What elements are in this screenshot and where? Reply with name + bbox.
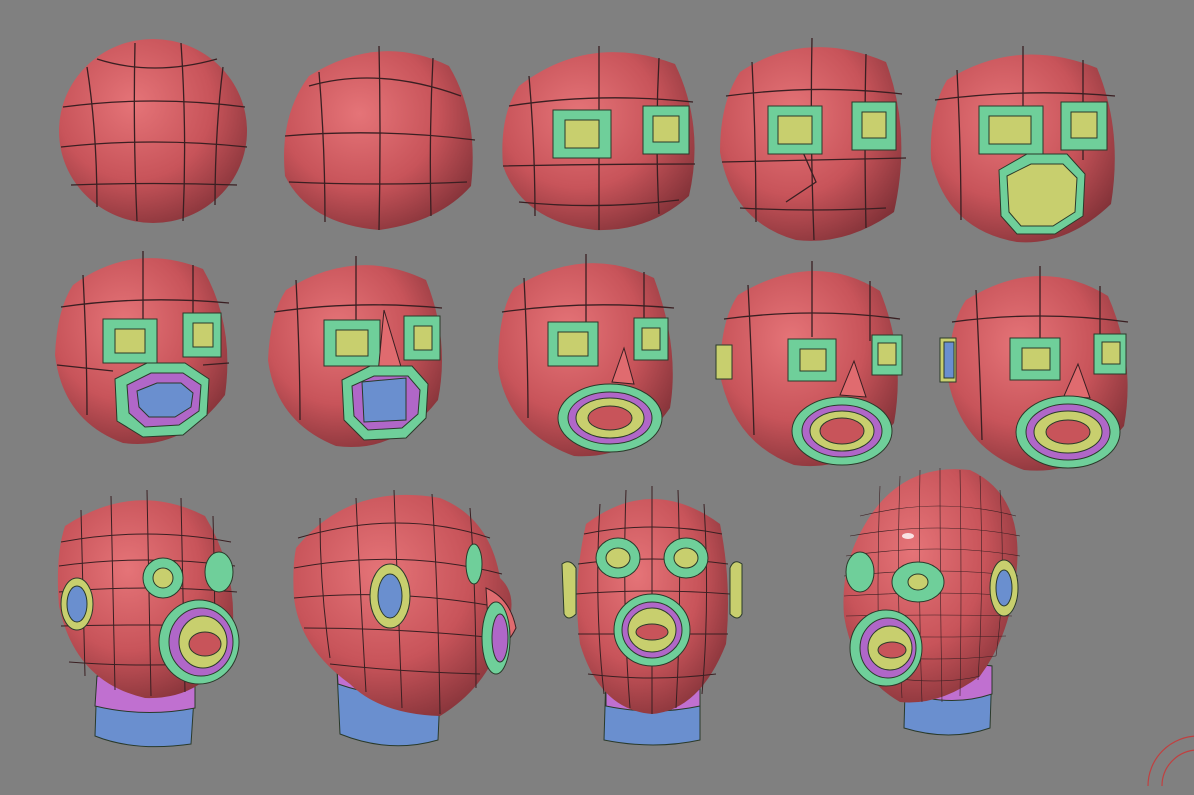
head-profile-mesh xyxy=(293,489,517,747)
head-mouth-block-mesh xyxy=(930,45,1116,243)
corner-arc-icon xyxy=(1147,735,1194,787)
head-nose-eyes xyxy=(716,32,908,244)
head-ear-turn-mesh xyxy=(939,266,1129,471)
head-sphere xyxy=(57,37,253,229)
head-nose-eyes-mesh xyxy=(720,37,907,241)
head-ear-turn xyxy=(939,260,1136,476)
head-eyes xyxy=(499,36,699,232)
head-smooth-mesh xyxy=(843,467,1021,736)
head-profile xyxy=(290,488,522,754)
head-front-mesh xyxy=(561,486,743,746)
head-side-ear xyxy=(714,255,908,473)
head-nose-mouth-mesh xyxy=(268,256,443,448)
head-lips-open xyxy=(53,245,233,449)
corner-mark xyxy=(1140,730,1194,795)
head-mouth-block xyxy=(927,40,1119,246)
head-nose-mouth xyxy=(266,250,446,450)
head-eyes-mesh xyxy=(502,46,696,231)
head-oval-mouth-mesh xyxy=(498,254,675,457)
head-lips-open-mesh xyxy=(55,251,230,444)
head-oval-mouth xyxy=(494,248,678,460)
head-topology-image xyxy=(0,0,1194,787)
head-front xyxy=(560,484,746,750)
head-smooth xyxy=(840,466,1026,742)
head-boxy xyxy=(279,36,479,232)
head-three-quarter xyxy=(55,486,241,756)
head-side-ear-mesh xyxy=(715,261,903,467)
head-three-quarter-mesh xyxy=(57,489,240,748)
head-sphere-mesh xyxy=(59,39,248,223)
head-boxy-mesh xyxy=(284,45,476,231)
